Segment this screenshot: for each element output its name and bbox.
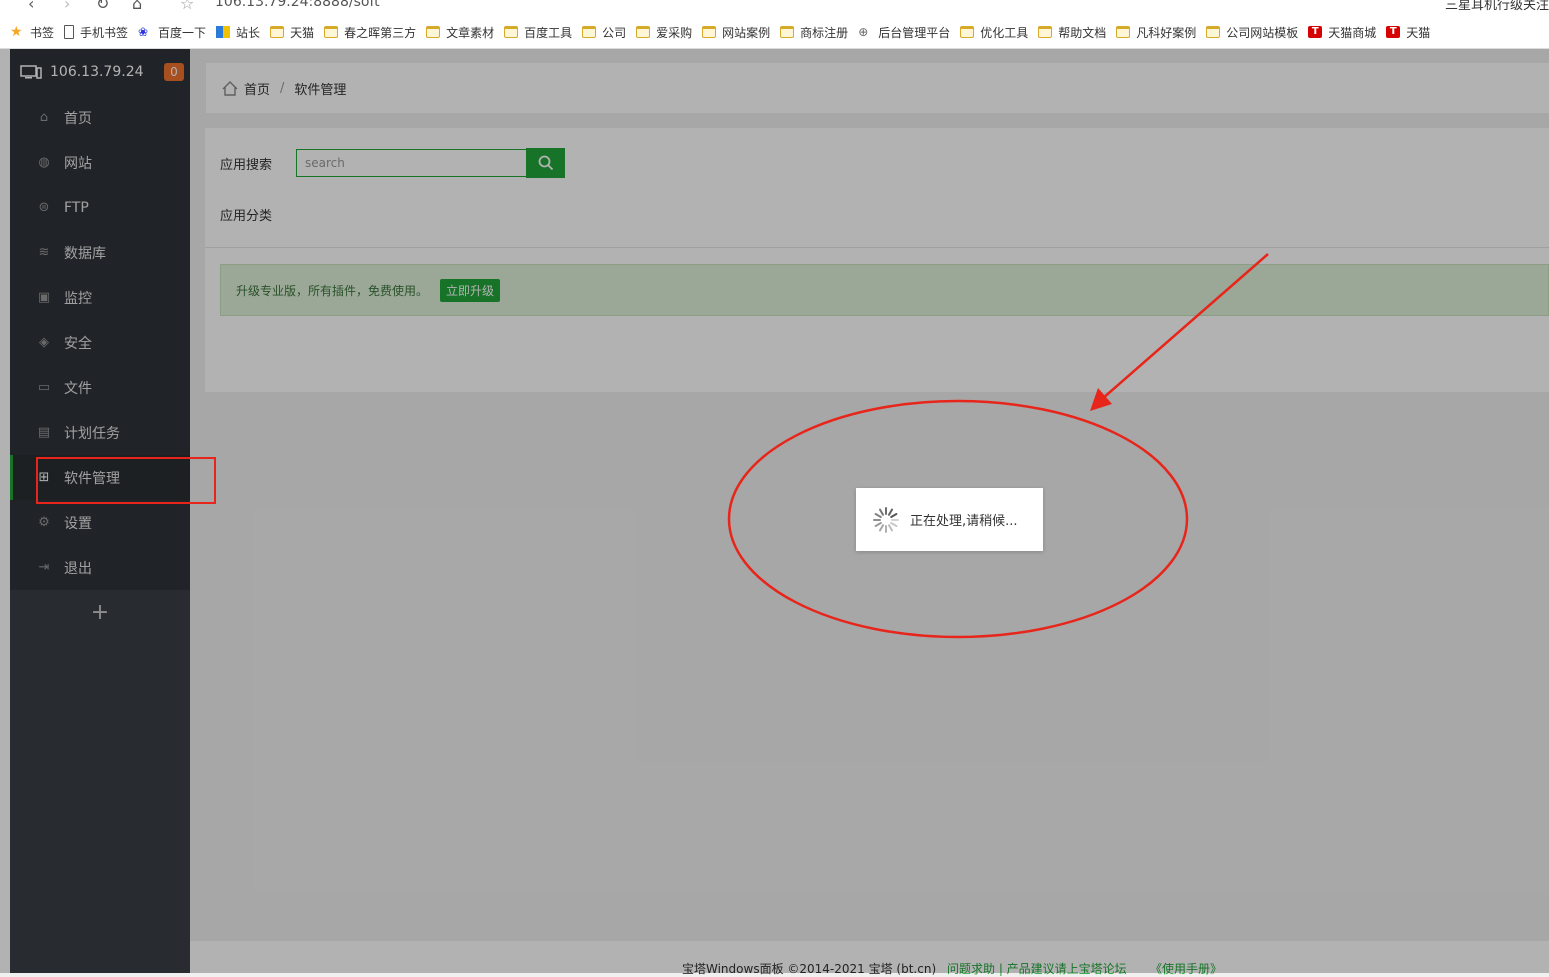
bookmark-label: 站长: [236, 25, 261, 40]
folder-icon: [960, 26, 975, 38]
bookmark-item[interactable]: T 天猫商城: [1308, 24, 1376, 41]
bookmark-label: 帮助文档: [1058, 25, 1107, 40]
folder-icon: [702, 26, 717, 38]
tmall-icon: T: [1386, 26, 1401, 38]
bookmark-item[interactable]: ❀ 百度一下: [138, 24, 206, 41]
bookmark-item[interactable]: 爱采购: [636, 24, 692, 41]
bookmark-label: 百度工具: [524, 25, 573, 40]
folder-icon: [324, 26, 339, 38]
globe-icon: ⊕: [858, 25, 869, 39]
bookmark-label: 商标注册: [800, 25, 849, 40]
bookmark-item[interactable]: 天猫: [270, 24, 314, 41]
bookmark-item[interactable]: ⊕ 后台管理平台: [858, 24, 950, 41]
bookmark-label: 公司: [602, 25, 627, 40]
loading-dialog: 正在处理,请稍候...: [856, 488, 1043, 551]
bookmark-item[interactable]: 手机书签: [64, 24, 128, 41]
bookmark-label: 天猫: [1406, 25, 1431, 40]
bookmark-label: 优化工具: [980, 25, 1029, 40]
bookmark-item[interactable]: 商标注册: [780, 24, 848, 41]
folder-icon: [582, 26, 597, 38]
folder-icon: [1038, 26, 1053, 38]
bookmark-label: 公司网站模板: [1226, 25, 1299, 40]
site-icon: [216, 26, 231, 38]
bookmark-label: 天猫商城: [1328, 25, 1377, 40]
reload-icon[interactable]: ↻: [96, 0, 109, 13]
bookmark-item[interactable]: 网站案例: [702, 24, 770, 41]
loading-spinner-icon: [873, 506, 899, 533]
phone-icon: [64, 25, 75, 39]
bookmark-item[interactable]: 春之晖第三方: [324, 24, 416, 41]
folder-icon: [504, 26, 519, 38]
bookmark-item[interactable]: 优化工具: [960, 24, 1028, 41]
bookmark-label: 天猫: [290, 25, 315, 40]
home-browser-icon[interactable]: ⌂: [132, 0, 142, 13]
bookmark-label: 百度一下: [158, 25, 207, 40]
bookmark-item[interactable]: 帮助文档: [1038, 24, 1106, 41]
bookmark-label: 文章素材: [446, 25, 495, 40]
bookmark-item[interactable]: 文章素材: [426, 24, 494, 41]
star-icon: ★: [10, 24, 23, 40]
bookmark-item[interactable]: ★ 书签: [10, 24, 54, 41]
bookmark-label: 后台管理平台: [878, 25, 951, 40]
folder-icon: [426, 26, 441, 38]
folder-icon: [1116, 26, 1131, 38]
bookmark-star-icon[interactable]: ☆: [180, 0, 194, 13]
folder-icon: [636, 26, 651, 38]
bookmark-item[interactable]: T 天猫: [1386, 24, 1430, 41]
url-text[interactable]: 106.13.79.24:8888/soft: [215, 0, 380, 10]
bookmark-label: 春之晖第三方: [344, 25, 417, 40]
bookmark-item[interactable]: 站长: [216, 24, 260, 41]
bookmark-item[interactable]: 公司网站模板: [1206, 24, 1298, 41]
bookmark-label: 书签: [30, 25, 55, 40]
bookmark-label: 网站案例: [722, 25, 771, 40]
modal-overlay: [0, 49, 1549, 973]
right-tab-text[interactable]: 三星耳机行级关注: [1445, 0, 1549, 13]
bookmark-label: 爱采购: [656, 25, 693, 40]
baidu-paw-icon: ❀: [138, 25, 149, 39]
folder-icon: [780, 26, 795, 38]
forward-icon[interactable]: ›: [64, 0, 70, 13]
bookmark-item[interactable]: 公司: [582, 24, 626, 41]
annotation-highlight-box: [36, 457, 216, 504]
folder-icon: [1206, 26, 1221, 38]
back-icon[interactable]: ‹: [28, 0, 34, 13]
tmall-icon: T: [1308, 26, 1323, 38]
bookmark-label: 凡科好案例: [1136, 25, 1197, 40]
bookmark-item[interactable]: 百度工具: [504, 24, 572, 41]
bookmark-label: 手机书签: [80, 25, 129, 40]
loading-text: 正在处理,请稍候...: [910, 514, 1018, 529]
browser-address-bar: ‹ › ↻ ⌂ ☆ 106.13.79.24:8888/soft 三星耳机行级关…: [0, 0, 1549, 16]
folder-icon: [270, 26, 285, 38]
bookmarks-bar: ★ 书签 手机书签 ❀ 百度一下 站长 天猫 春之晖第三方 文章素材 百度工具 公司 爱采购 网站案例 商…: [0, 16, 1549, 49]
bookmark-item[interactable]: 凡科好案例: [1116, 24, 1196, 41]
